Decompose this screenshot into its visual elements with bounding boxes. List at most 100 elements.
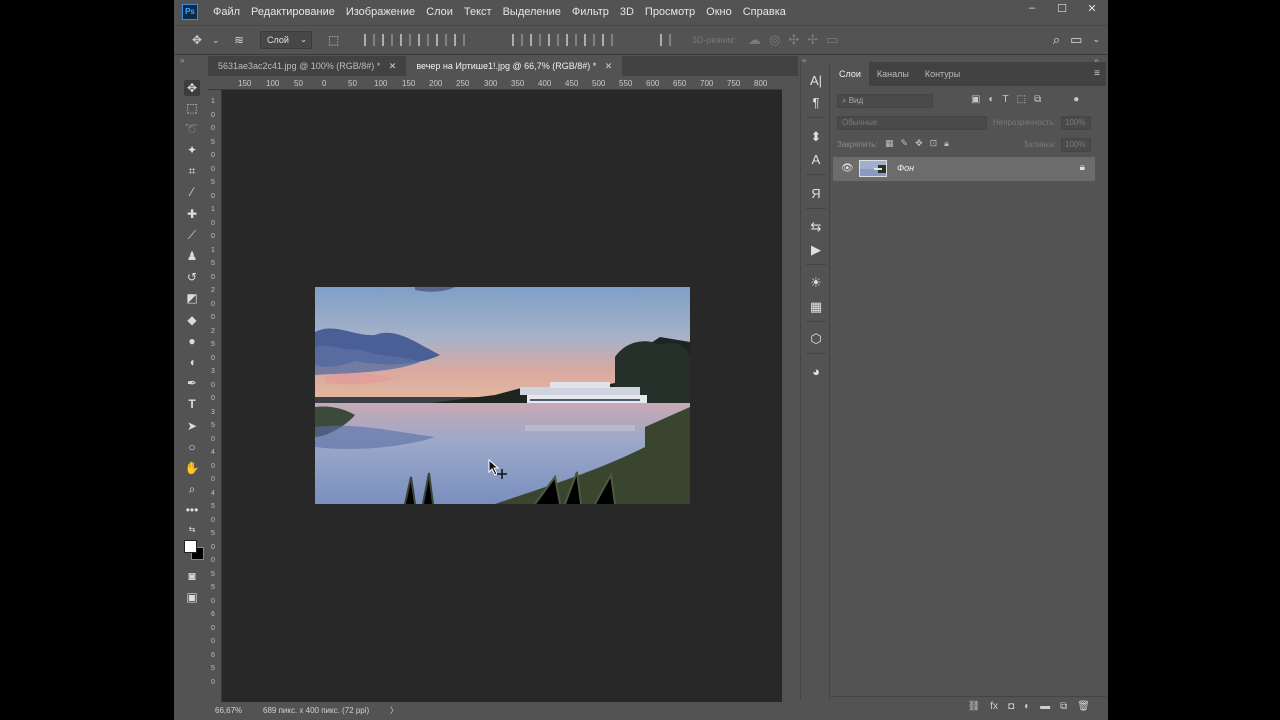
hand-tool-icon[interactable]: ✋	[184, 460, 200, 476]
distribute-left-icon[interactable]	[566, 34, 577, 46]
type-tool-icon[interactable]: T	[184, 396, 200, 412]
pen-tool-icon[interactable]: ✒	[184, 375, 200, 391]
roll-3d-icon[interactable]: ◎	[769, 32, 780, 48]
lock-all-icon[interactable]: 🔒︎	[944, 138, 949, 149]
layer-style-icon[interactable]: fx	[990, 701, 998, 712]
filter-shape-icon[interactable]: ⬚	[1017, 94, 1026, 105]
align-bottom-icon[interactable]	[400, 34, 411, 46]
auto-select-checkbox[interactable]: ≋	[234, 33, 244, 47]
close-icon[interactable]: ✕	[605, 61, 613, 71]
tab-document-2[interactable]: вечер на Иртише1!.jpg @ 66,7% (RGB/8#) *…	[406, 56, 623, 76]
menu-file[interactable]: Файл	[213, 6, 240, 18]
foreground-color-swatch[interactable]	[184, 540, 197, 553]
filter-adjustment-icon[interactable]: ◐	[988, 94, 994, 105]
layer-filter-kind[interactable]: ⌕ Вид	[837, 94, 933, 108]
menu-window[interactable]: Окно	[706, 6, 732, 18]
healing-brush-tool-icon[interactable]: ✚	[184, 206, 200, 222]
filter-smart-object-icon[interactable]: ⧉	[1034, 94, 1041, 105]
fill-field[interactable]: 100%	[1061, 138, 1091, 152]
menu-image[interactable]: Изображение	[346, 6, 415, 18]
chevron-down-icon[interactable]: ⌄	[1092, 32, 1100, 48]
close-button[interactable]: ✕	[1084, 2, 1100, 15]
paint-bucket-tool-icon[interactable]: ◆	[184, 312, 200, 328]
delete-layer-icon[interactable]: 🗑︎	[1077, 701, 1090, 712]
tab-channels[interactable]: Каналы	[869, 62, 917, 86]
history-brush-tool-icon[interactable]: ↺	[184, 269, 200, 285]
menu-filter[interactable]: Фильтр	[572, 6, 609, 18]
auto-align-icon[interactable]	[660, 34, 671, 46]
menu-select[interactable]: Выделение	[503, 6, 561, 18]
toolbar-collapse-icon[interactable]: »	[180, 56, 184, 65]
canvas-area[interactable]	[222, 90, 782, 702]
menu-edit[interactable]: Редактирование	[251, 6, 335, 18]
distribute-top-icon[interactable]	[512, 34, 523, 46]
scale-3d-icon[interactable]: ▭	[826, 32, 838, 48]
dodge-tool-icon[interactable]: ◖	[184, 354, 200, 370]
menu-3d[interactable]: 3D	[620, 6, 634, 18]
crop-tool-icon[interactable]: ⌗	[184, 163, 200, 179]
pan-3d-icon[interactable]: ✣	[788, 32, 799, 48]
align-vcenter-icon[interactable]	[382, 34, 393, 46]
3d-panel-icon[interactable]: ⬡	[807, 330, 825, 348]
menu-layers[interactable]: Слои	[426, 6, 453, 18]
add-mask-icon[interactable]: ◘	[1008, 701, 1014, 712]
character-styles-icon[interactable]: ⬍	[807, 128, 825, 146]
align-top-icon[interactable]	[364, 34, 375, 46]
lock-transparency-icon[interactable]: ▦	[885, 138, 894, 149]
move-tool-icon[interactable]: ✥	[184, 80, 200, 96]
distribute-right-icon[interactable]	[602, 34, 613, 46]
brush-tool-icon[interactable]: ⟋	[184, 227, 200, 243]
tool-preset-chevron-icon[interactable]: ⌄	[212, 33, 220, 47]
swap-colors-icon[interactable]: ⇆	[184, 522, 200, 538]
adjustment-layer-icon[interactable]: ◐	[1024, 701, 1030, 712]
align-right-icon[interactable]	[454, 34, 465, 46]
slide-3d-icon[interactable]: ✢	[807, 32, 818, 48]
panel-menu-icon[interactable]: ≡	[1094, 68, 1100, 79]
paragraph-panel-icon[interactable]: ¶	[807, 94, 825, 112]
more-tools-icon[interactable]: •••	[184, 502, 200, 518]
filter-pixel-icon[interactable]: ▣	[971, 94, 980, 105]
character-panel-icon[interactable]: A|	[807, 72, 825, 90]
layer-row-background[interactable]: 👁︎ Фон 🔒︎	[833, 157, 1095, 181]
marquee-tool-icon[interactable]: ⬚	[184, 100, 200, 116]
tab-document-1[interactable]: 5631ae3ac2c41.jpg @ 100% (RGB/8#) * ✕	[208, 56, 407, 76]
paragraph-styles-icon[interactable]: A	[807, 151, 825, 169]
align-left-icon[interactable]	[418, 34, 429, 46]
search-icon[interactable]: ⌕	[1053, 32, 1060, 48]
distribute-vcenter-icon[interactable]	[530, 34, 541, 46]
orbit-3d-icon[interactable]: ☁	[748, 32, 761, 48]
new-group-icon[interactable]: ▬	[1040, 701, 1050, 712]
new-layer-icon[interactable]: ⧉	[1060, 701, 1067, 712]
filter-toggle-icon[interactable]: ●	[1073, 94, 1079, 105]
tab-layers[interactable]: Слои	[831, 62, 869, 86]
menu-view[interactable]: Просмотр	[645, 6, 695, 18]
opacity-field[interactable]: 100%	[1061, 116, 1091, 130]
distribute-hcenter-icon[interactable]	[584, 34, 595, 46]
blur-tool-icon[interactable]: ●	[184, 333, 200, 349]
path-selection-tool-icon[interactable]: ➤	[184, 418, 200, 434]
lock-icon[interactable]: 🔒︎	[1080, 162, 1085, 173]
lock-position-icon[interactable]: ✥	[915, 138, 923, 149]
tab-paths[interactable]: Контуры	[917, 62, 968, 86]
zoom-tool-icon[interactable]: ⌕	[184, 481, 200, 497]
workspace-switcher-icon[interactable]: ▭	[1070, 32, 1082, 48]
auto-select-target-dropdown[interactable]: Слой ⌄	[260, 31, 312, 49]
zoom-level[interactable]: 66,67%	[215, 702, 242, 720]
status-menu-arrow[interactable]: 〉	[390, 702, 398, 720]
magic-wand-tool-icon[interactable]: ✦	[184, 142, 200, 158]
layer-name[interactable]: Фон	[897, 163, 914, 173]
lock-artboard-icon[interactable]: ⊡	[930, 138, 938, 149]
history-panel-icon[interactable]: ⇆	[807, 218, 825, 236]
actions-panel-icon[interactable]: ▶	[807, 241, 825, 259]
close-icon[interactable]: ✕	[389, 61, 397, 71]
maximize-button[interactable]: ☐	[1054, 2, 1070, 15]
glyphs-panel-icon[interactable]: Я	[807, 185, 825, 203]
blend-mode-dropdown[interactable]: Обычные	[837, 116, 987, 130]
minimize-button[interactable]: –	[1024, 2, 1040, 15]
menu-type[interactable]: Текст	[464, 6, 492, 18]
transform-controls-icon[interactable]: ⬚	[328, 33, 339, 47]
screen-mode-icon[interactable]: ▣	[184, 589, 200, 605]
filter-type-icon[interactable]: T	[1003, 94, 1009, 105]
color-swatches-icon[interactable]: ◕	[807, 363, 825, 381]
align-hcenter-icon[interactable]	[436, 34, 447, 46]
